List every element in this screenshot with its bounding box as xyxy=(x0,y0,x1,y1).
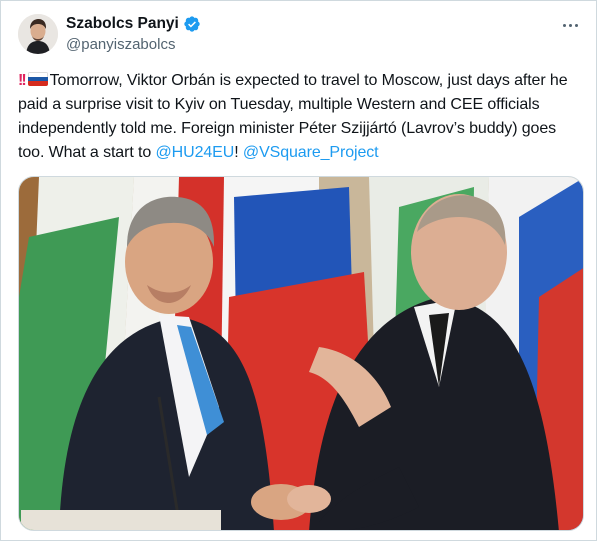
author-avatar[interactable] xyxy=(18,14,58,54)
author-names: Szabolcs Panyi @panyiszabolcs xyxy=(66,13,201,55)
tweet-header: Szabolcs Panyi @panyiszabolcs xyxy=(18,13,586,57)
russia-flag-icon xyxy=(27,72,48,86)
tweet-text-separator: ! xyxy=(234,144,243,161)
author-display-name[interactable]: Szabolcs Panyi xyxy=(66,15,179,33)
author-handle[interactable]: @panyiszabolcs xyxy=(66,35,201,55)
tweet-card: Szabolcs Panyi @panyiszabolcs !! Tomorrow… xyxy=(0,0,597,541)
verified-badge-icon xyxy=(184,16,200,32)
photo-illustration xyxy=(19,177,583,530)
mention-vsquare-link[interactable]: @VSquare_Project xyxy=(243,144,379,161)
double-exclamation-icon: !! xyxy=(18,72,27,89)
avatar-image xyxy=(18,14,58,54)
tweet-text: !! Tomorrow, Viktor Orbán is expected to … xyxy=(18,69,586,165)
mention-hu24eu-link[interactable]: @HU24EU xyxy=(156,144,235,161)
more-options-icon[interactable] xyxy=(558,15,582,35)
display-name-row: Szabolcs Panyi xyxy=(66,13,201,35)
tweet-photo[interactable] xyxy=(18,176,584,531)
